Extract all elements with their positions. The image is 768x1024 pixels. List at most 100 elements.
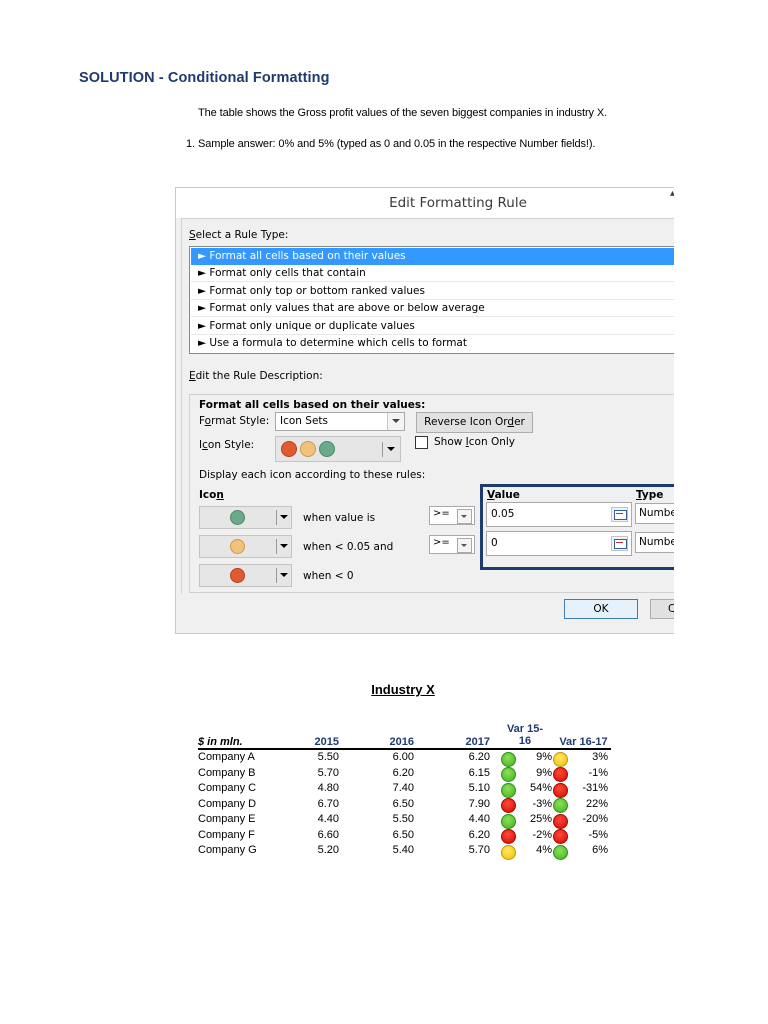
value-2017-cell: 5.10 xyxy=(468,782,490,794)
green-circle-icon xyxy=(553,798,568,813)
company-name-cell: Company B xyxy=(198,766,256,779)
company-name-cell: Company D xyxy=(198,797,257,810)
value-highlight-box xyxy=(480,484,674,570)
show-icon-only-checkbox[interactable] xyxy=(415,436,428,449)
value-2016-cell: 6.00 xyxy=(392,751,414,763)
icon-select-1[interactable] xyxy=(199,506,292,529)
divider xyxy=(382,442,383,457)
company-name-cell: Company E xyxy=(198,813,256,825)
page-heading: SOLUTION - Conditional Formatting xyxy=(79,70,330,86)
chevron-down-icon xyxy=(387,447,395,451)
select-rule-type-label: Select a Rule Type: xyxy=(189,229,289,241)
value-2017-cell: 6.15 xyxy=(468,766,490,779)
company-name-cell: Company A xyxy=(198,751,255,763)
operator-select-1[interactable]: >= xyxy=(429,506,475,525)
value-2017-cell: 5.70 xyxy=(468,844,490,856)
rule-type-item[interactable]: ► Format all cells based on their values xyxy=(191,248,674,265)
close-icon[interactable]: ▴ xyxy=(670,188,674,199)
intro-text: The table shows the Gross profit values … xyxy=(198,107,608,119)
var-16-17-cell: -5% xyxy=(588,828,608,841)
chevron-down-icon xyxy=(457,509,472,524)
answer-text: Sample answer: 0% and 5% (typed as 0 and… xyxy=(198,138,596,150)
rule-condition-2: when < 0.05 and xyxy=(303,541,394,553)
operator-select-2[interactable]: >= xyxy=(429,535,475,554)
value-2017-cell: 6.20 xyxy=(468,828,490,841)
type-value-1: Numbe xyxy=(639,507,674,519)
desc-heading: Format all cells based on their values: xyxy=(199,399,426,411)
red-circle-icon xyxy=(553,813,568,829)
red-circle-icon xyxy=(281,441,297,457)
yellow-circle-icon xyxy=(230,539,245,554)
operator-value-1: >= xyxy=(433,508,450,519)
value-2015-cell: 4.40 xyxy=(317,813,339,825)
value-2017-cell: 7.90 xyxy=(468,797,490,810)
operator-value-2: >= xyxy=(433,537,450,548)
icon-select-2[interactable] xyxy=(199,535,292,558)
rule-type-item[interactable]: ► Format only values that are above or b… xyxy=(191,300,674,317)
var-15-16-cell: -3% xyxy=(532,797,552,810)
value-2015-cell: 6.60 xyxy=(317,828,339,841)
rule-condition-1: when value is xyxy=(303,512,376,524)
var-16-17-cell: -1% xyxy=(588,766,608,779)
type-value-2: Numbe xyxy=(639,536,674,548)
green-circle-icon xyxy=(553,844,568,860)
value-2016-cell: 6.20 xyxy=(392,766,414,779)
icon-style-select[interactable] xyxy=(275,436,401,462)
var-16-17-cell: -20% xyxy=(582,813,608,825)
rule-type-item[interactable]: ► Use a formula to determine which cells… xyxy=(191,335,674,352)
ok-button[interactable]: OK xyxy=(564,599,638,619)
table-header-label: $ in mln. xyxy=(198,736,243,748)
red-circle-icon xyxy=(230,568,245,583)
var-16-17-cell: 3% xyxy=(592,751,608,763)
rule-condition-3: when < 0 xyxy=(303,570,354,582)
red-circle-icon xyxy=(553,767,568,782)
value-2017-cell: 4.40 xyxy=(468,813,490,825)
edit-desc-label: Edit the Rule Description: xyxy=(189,370,323,382)
value-input-1[interactable]: 0.05 xyxy=(486,502,632,527)
rule-type-item[interactable]: ► Format only cells that contain xyxy=(191,265,674,282)
cell-picker-icon[interactable] xyxy=(611,507,628,522)
green-circle-icon xyxy=(319,441,335,457)
value-1: 0.05 xyxy=(491,508,515,520)
table-header-2016: 2016 xyxy=(389,736,414,748)
var-16-17-cell: -31% xyxy=(582,782,608,794)
reverse-icon-order-button[interactable]: Reverse Icon Order xyxy=(416,412,533,433)
rule-type-item[interactable]: ► Format only unique or duplicate values xyxy=(191,318,674,335)
var-15-16-cell: 25% xyxy=(529,813,552,825)
value-2015-cell: 5.70 xyxy=(317,766,339,779)
table-header-2015: 2015 xyxy=(314,736,339,748)
icon-column-header: Icon xyxy=(199,489,224,501)
table-header-2017: 2017 xyxy=(465,736,490,748)
value-2015-cell: 6.70 xyxy=(317,797,339,810)
value-2016-cell: 5.50 xyxy=(392,813,414,825)
rule-type-list[interactable]: ► Format all cells based on their values… xyxy=(189,246,674,354)
value-2015-cell: 4.80 xyxy=(317,782,339,794)
red-circle-icon xyxy=(553,782,568,798)
display-rules-label: Display each icon according to these rul… xyxy=(199,469,426,481)
dialog-title: Edit Formatting Rule xyxy=(389,195,527,211)
chevron-down-icon xyxy=(387,413,404,430)
chevron-down-icon xyxy=(457,538,472,553)
show-icon-only-label: Show Icon Only xyxy=(434,436,516,448)
var-15-16-cell: 9% xyxy=(536,766,552,779)
dialog-titlebar: Edit Formatting Rule ▴ xyxy=(176,188,674,218)
chevron-down-icon xyxy=(280,515,288,519)
yellow-circle-icon xyxy=(553,751,568,767)
value-2015-cell: 5.50 xyxy=(317,751,339,763)
icon-select-3[interactable] xyxy=(199,564,292,587)
var-15-16-cell: -2% xyxy=(532,828,552,841)
table-header-var1: Var 15- 16 xyxy=(506,723,544,747)
cell-picker-icon[interactable] xyxy=(611,536,628,551)
edit-formatting-rule-dialog: Edit Formatting Rule ▴ Select a Rule Typ… xyxy=(175,187,674,634)
value-2016-cell: 6.50 xyxy=(392,828,414,841)
var-16-17-cell: 22% xyxy=(585,797,608,810)
rule-type-item[interactable]: ► Format only top or bottom ranked value… xyxy=(191,283,674,300)
format-style-select[interactable]: Icon Sets xyxy=(275,412,405,431)
var-15-16-cell: 9% xyxy=(536,751,552,763)
value-input-2[interactable]: 0 xyxy=(486,531,632,556)
type-select-1[interactable]: Numbe xyxy=(635,503,674,524)
cancel-button[interactable]: C xyxy=(650,599,674,619)
green-circle-icon xyxy=(230,510,245,525)
type-select-2[interactable]: Numbe xyxy=(635,532,674,553)
table-title: Industry X xyxy=(371,682,435,697)
